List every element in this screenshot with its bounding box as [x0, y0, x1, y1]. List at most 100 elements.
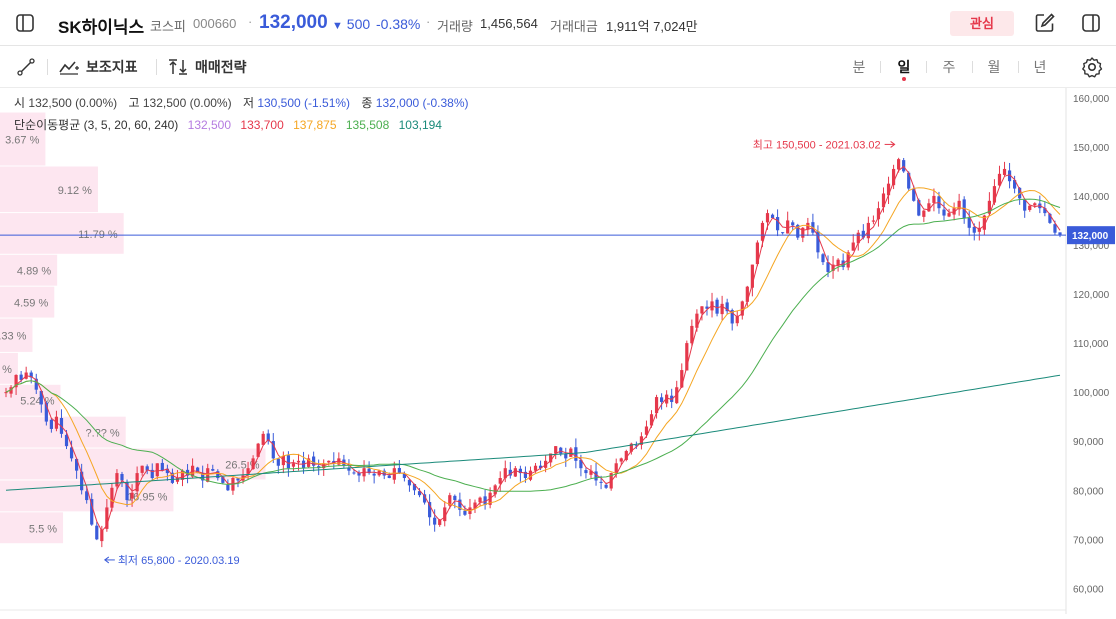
period-divider	[1018, 61, 1019, 73]
strategy-label: 매매전략	[195, 59, 247, 75]
candle-body	[286, 455, 291, 469]
candle-body	[433, 517, 437, 525]
candle-body	[886, 183, 891, 196]
candle-body	[478, 497, 482, 503]
period-year[interactable]: 년	[1025, 57, 1055, 77]
buy-sell-arrows-icon	[169, 59, 187, 75]
ma20-value: 137,875	[293, 118, 337, 132]
candle-body	[897, 159, 901, 170]
candle-body	[871, 220, 876, 222]
ma-label: 단순이동평균 (3, 5, 20, 60, 240)	[14, 118, 179, 132]
y-tick-label: 160,000	[1073, 94, 1110, 105]
candle-body	[352, 472, 356, 474]
candle-body	[700, 306, 704, 314]
candle-body	[387, 475, 391, 478]
volume-profile-label: 5.5 %	[29, 523, 57, 535]
price-change-value: 500	[346, 16, 371, 32]
candle-body	[599, 481, 603, 483]
candle-body	[115, 473, 119, 487]
market-label: 코스피	[150, 19, 186, 34]
period-minute[interactable]: 분	[844, 57, 874, 77]
candle-body	[922, 210, 926, 217]
volume-profile-label: 4.89 %	[17, 266, 51, 278]
candle-body	[932, 195, 936, 203]
y-tick-label: 150,000	[1073, 143, 1110, 154]
candle-body	[528, 470, 533, 480]
candle-body	[765, 213, 770, 223]
volume-profile-label: 2.33 %	[0, 331, 27, 343]
candle-body	[453, 495, 457, 501]
y-tick-label: 110,000	[1073, 339, 1109, 350]
candle-body	[206, 468, 210, 482]
candle-body	[372, 473, 376, 476]
candlestick-chart[interactable]: 3.67 %9.12 %11.79 %4.89 %4.59 %2.33 %0.8…	[0, 88, 1116, 614]
settings-gear-icon[interactable]	[1074, 49, 1110, 85]
candle-body	[967, 217, 971, 228]
price-change: ▼ 500	[332, 16, 370, 32]
indicator-chart-icon	[59, 61, 79, 75]
candle-body	[720, 303, 724, 315]
period-month[interactable]: 월	[979, 57, 1009, 77]
candle-body	[584, 470, 588, 474]
price-chart-area[interactable]: 3.67 %9.12 %11.79 %4.89 %4.59 %2.33 %0.8…	[0, 88, 1116, 614]
sidebar-toggle-icon[interactable]	[7, 5, 43, 41]
down-arrow-icon: ▼	[332, 20, 343, 32]
current-price: 132,000	[259, 12, 328, 33]
close-value: 132,000 (-0.38%)	[375, 96, 469, 110]
moving-average-legend: 단순이동평균 (3, 5, 20, 60, 240) 132,500 133,7…	[14, 116, 442, 133]
candle-body	[49, 419, 53, 429]
low-label: 저	[242, 96, 254, 110]
strategy-button[interactable]: 매매전략	[167, 55, 247, 79]
candle-body	[781, 232, 785, 234]
y-tick-label: 100,000	[1073, 388, 1110, 399]
period-day[interactable]: 일	[889, 57, 919, 81]
favorite-button[interactable]: 관심	[950, 11, 1014, 36]
current-price-tag-label: 132,000	[1072, 231, 1109, 242]
period-divider	[926, 61, 927, 73]
candle-body	[1033, 203, 1037, 206]
chart-toolbar: 보조지표 매매전략 분 일 주 월 년	[0, 46, 1116, 88]
edit-icon[interactable]	[1027, 5, 1063, 41]
period-week[interactable]: 주	[934, 57, 964, 77]
indicators-button[interactable]: 보조지표	[58, 55, 138, 79]
candle-body	[95, 525, 99, 540]
candle-body	[261, 433, 265, 445]
volume-profile-label: 4.59 %	[14, 298, 48, 310]
candle-body	[1023, 199, 1027, 211]
candle-body	[160, 462, 164, 471]
candle-body	[574, 447, 578, 461]
price-change-pct: -0.38%	[376, 16, 421, 32]
open-value: 132,500 (0.00%)	[28, 96, 118, 110]
right-panel-toggle-icon[interactable]	[1073, 5, 1109, 41]
ohlc-legend: 시 132,500 (0.00%) 고 132,500 (0.00%) 저 13…	[14, 94, 477, 111]
stock-code: 000660	[193, 16, 237, 31]
y-tick-label: 60,000	[1073, 584, 1104, 595]
candle-body	[659, 397, 664, 402]
stock-name: SK하이닉스	[58, 18, 145, 37]
candle-body	[291, 463, 296, 467]
y-tick-label: 80,000	[1073, 486, 1104, 497]
candle-body	[564, 453, 568, 459]
volume-profile-label: 9.12 %	[58, 185, 92, 197]
period-divider	[972, 61, 973, 73]
volume-profile-label: 0.82 %	[0, 364, 12, 376]
candle-body	[821, 254, 825, 263]
candle-body	[619, 458, 623, 462]
candle-body	[4, 392, 8, 394]
toolbar-divider	[47, 59, 48, 75]
y-tick-label: 120,000	[1073, 290, 1110, 301]
candle-body	[1002, 168, 1007, 175]
period-day-label: 일	[897, 59, 911, 75]
candle-body	[513, 468, 517, 477]
ma5-value: 133,700	[240, 118, 284, 132]
high-value: 132,500 (0.00%)	[142, 96, 232, 110]
y-tick-label: 90,000	[1073, 437, 1104, 448]
candle-body	[463, 510, 467, 515]
candle-body	[972, 226, 976, 233]
draw-line-icon[interactable]	[8, 49, 44, 85]
candle-body	[775, 217, 780, 231]
indicators-label: 보조지표	[86, 59, 138, 75]
ma3-value: 132,500	[187, 118, 232, 132]
open-label: 시	[14, 96, 26, 110]
amount-label: 거래대금	[550, 19, 598, 34]
